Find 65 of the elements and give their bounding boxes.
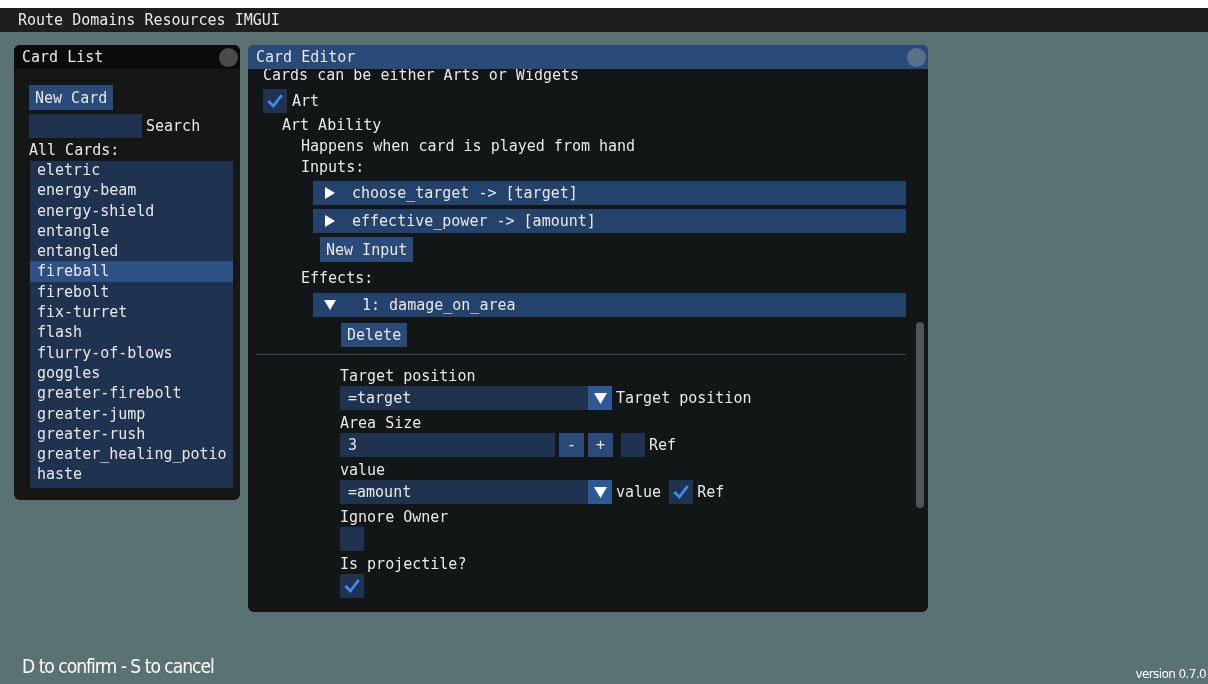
menu-item[interactable]: Route <box>18 10 64 30</box>
card-list-item[interactable]: energy-shield <box>30 200 233 221</box>
checkbox[interactable] <box>263 89 287 113</box>
intro-text: Cards can be either Arts or Widgets <box>263 69 581 84</box>
card-list-item[interactable]: flash <box>30 322 233 343</box>
window-title: Card Editor <box>256 48 356 66</box>
key-hint: D to confirm - S to cancel <box>22 654 214 678</box>
card-list-item[interactable]: firebolt <box>30 281 233 303</box>
field-label: Target position <box>340 366 477 386</box>
checkmark-icon <box>265 91 285 111</box>
checkbox[interactable] <box>621 433 645 457</box>
close-button[interactable] <box>219 47 238 67</box>
field-label: value <box>340 460 387 480</box>
new-card-button[interactable]: New Card <box>29 85 114 110</box>
side-label: Target position <box>616 389 752 407</box>
dropdown[interactable]: =amount <box>340 480 612 504</box>
card-list-item[interactable]: fix-turret <box>30 302 233 323</box>
increment-button[interactable]: + <box>588 433 613 457</box>
card-list-item[interactable]: goggles <box>30 362 233 384</box>
card-list-item[interactable]: fireball <box>30 261 233 282</box>
inputs-label: Inputs: <box>300 157 366 178</box>
checkbox-label: Ref <box>649 436 677 454</box>
new-input-button[interactable]: New Input <box>320 237 414 262</box>
card-list-item[interactable]: entangle <box>30 220 233 242</box>
menu-item[interactable]: Resources <box>144 10 226 30</box>
checkbox[interactable] <box>669 480 694 504</box>
version-label: version 0.7.0 <box>1135 667 1206 681</box>
field-label: Is projectile? <box>340 554 468 574</box>
list-label: All Cards: <box>29 140 121 161</box>
checkbox-label: Ref <box>697 483 725 501</box>
dropdown-arrow-icon <box>593 485 607 499</box>
section-heading: Art Ability <box>281 115 383 136</box>
decrement-button[interactable]: - <box>559 433 584 457</box>
menu-item[interactable]: IMGUI <box>234 10 280 30</box>
input-header[interactable]: choose_target -> [target] <box>313 181 906 205</box>
card-list-item[interactable]: greater-jump <box>30 403 233 424</box>
input-header[interactable]: effective_power -> [amount] <box>313 209 906 233</box>
description-text: Happens when card is played from hand <box>300 136 637 157</box>
scrollbar-thumb[interactable] <box>916 322 924 508</box>
card-list-item[interactable]: greater-rush <box>30 423 233 445</box>
checkbox-label: Art <box>292 92 320 110</box>
delete-button[interactable]: Delete <box>341 323 408 347</box>
checkbox[interactable] <box>340 527 364 551</box>
field-label: Area Size <box>340 413 423 433</box>
number-input[interactable]: 3 <box>340 433 555 457</box>
card-list-item[interactable]: flurry-of-blows <box>30 342 233 363</box>
card-list-item[interactable]: greater-firebolt <box>30 383 233 404</box>
card-list-item[interactable]: energy-beam <box>30 180 233 201</box>
card-list-item[interactable]: haste <box>30 464 233 485</box>
checkbox[interactable] <box>340 574 364 598</box>
close-button[interactable] <box>907 47 926 67</box>
search-field[interactable] <box>29 114 142 138</box>
checkmark-icon <box>342 576 362 596</box>
card-list-item[interactable]: eletric <box>30 161 233 181</box>
search-label: Search <box>146 117 201 135</box>
menu-item[interactable]: Domains <box>72 10 136 30</box>
dropdown[interactable]: =target <box>340 386 612 410</box>
effects-label: Effects: <box>300 268 375 289</box>
window-title: Card List <box>22 48 104 66</box>
dropdown-arrow-icon <box>593 391 607 405</box>
field-label: Ignore Owner <box>340 507 450 527</box>
card-list-item[interactable]: greater_healing_potio <box>30 444 233 465</box>
card-list-item[interactable]: entangled <box>30 241 233 262</box>
effect-header[interactable]: 1: damage_on_area <box>313 293 906 317</box>
side-label: value <box>616 483 662 501</box>
